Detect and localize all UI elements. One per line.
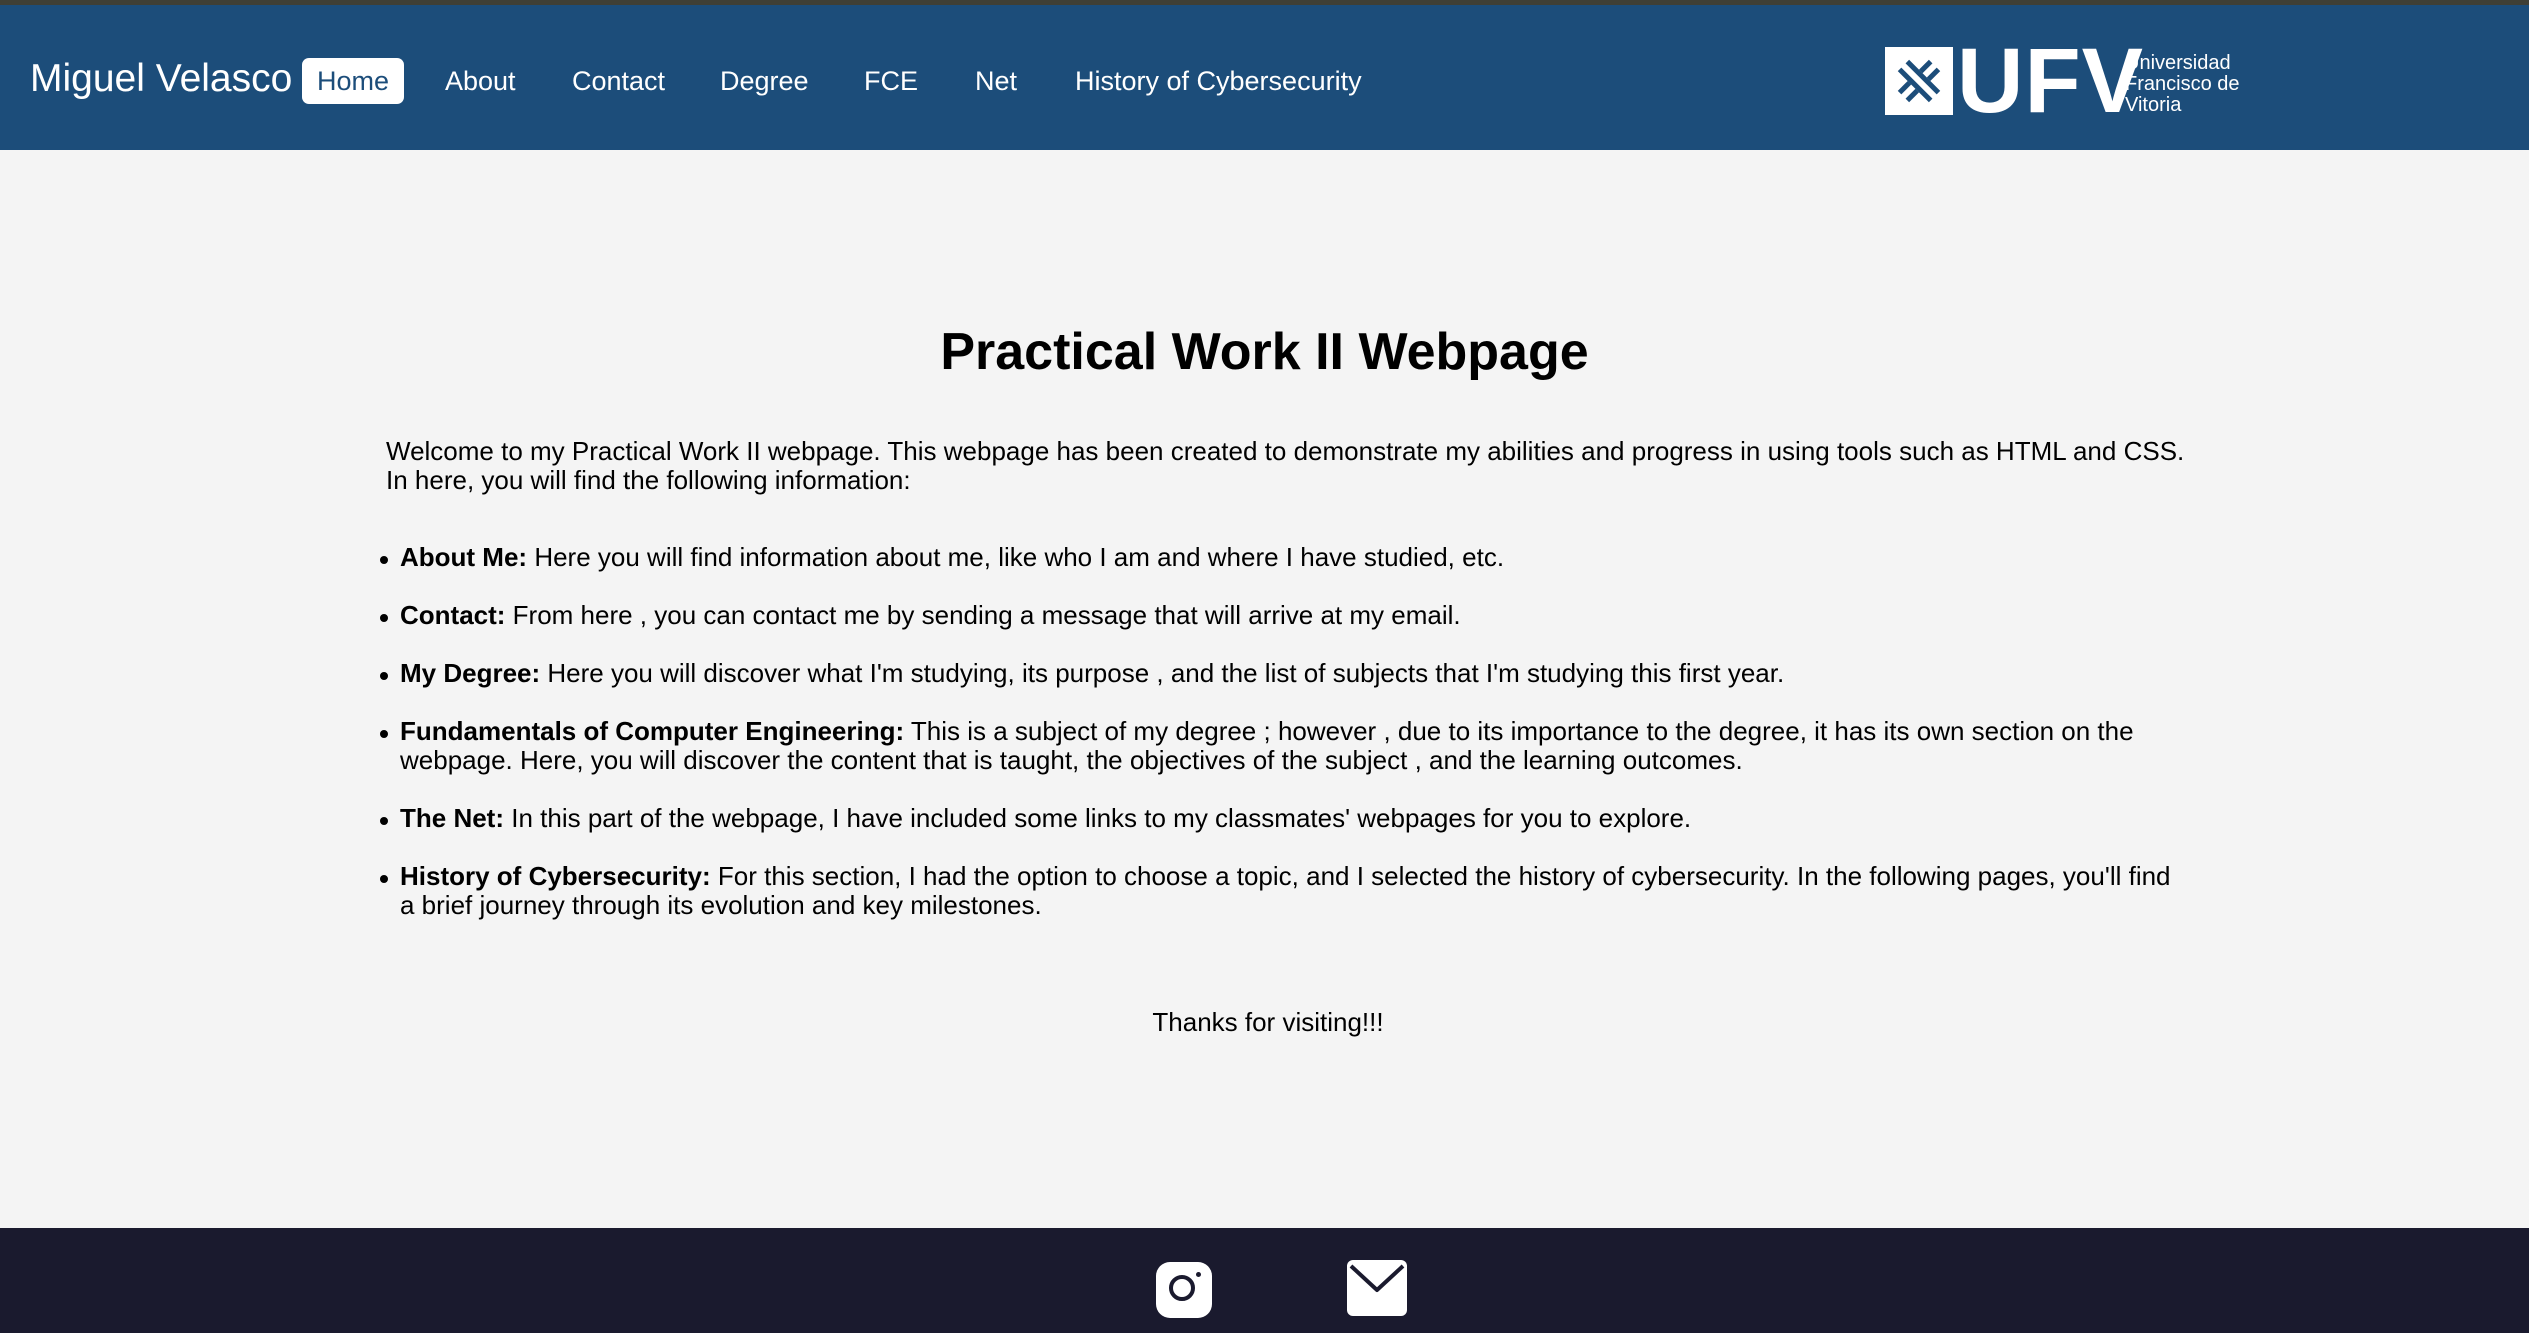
list-item-text: In this part of the webpage, I have incl… <box>504 803 1692 833</box>
list-item-term: History of Cybersecurity: <box>400 861 711 891</box>
list-item-text: Here you will find information about me,… <box>527 542 1505 572</box>
thanks-message: Thanks for visiting!!! <box>1152 1007 1384 1037</box>
sections-list: About Me: Here you will find information… <box>380 542 2190 949</box>
intro-paragraph: Welcome to my Practical Work II webpage.… <box>386 437 2186 495</box>
list-item: The Net: In this part of the webpage, I … <box>380 803 2190 833</box>
list-item-text: From here , you can contact me by sendin… <box>505 600 1461 630</box>
nav-home[interactable]: Home <box>302 58 405 104</box>
list-item: About Me: Here you will find information… <box>380 542 2190 572</box>
ufv-logo: UFV Universidad Francisco de Vitoria <box>1885 33 2245 129</box>
ufv-emblem-icon <box>1885 47 1953 115</box>
list-item-term: About Me: <box>400 542 528 572</box>
list-item: Contact: From here , you can contact me … <box>380 600 2190 630</box>
list-item-text: Here you will discover what I'm studying… <box>540 658 1785 688</box>
nav-about[interactable]: About <box>445 58 516 104</box>
intro-line: Welcome to my Practical Work II webpage.… <box>386 436 2185 466</box>
logo-university-name: Universidad Francisco de Vitoria <box>2125 52 2240 116</box>
nav-history-of-cybersecurity[interactable]: History of Cybersecurity <box>1075 58 1362 104</box>
list-item: My Degree: Here you will discover what I… <box>380 658 2190 688</box>
nav-contact[interactable]: Contact <box>572 58 665 104</box>
list-item: History of Cybersecurity: For this secti… <box>380 861 2190 920</box>
instagram-icon[interactable] <box>1156 1262 1212 1318</box>
list-item-term: Contact: <box>400 600 506 630</box>
site-brand[interactable]: Miguel Velasco <box>30 55 292 103</box>
list-item-term: The Net: <box>400 803 504 833</box>
page-title: Practical Work II Webpage <box>940 323 1589 381</box>
navbar: Miguel Velasco Home About Contact Degree… <box>0 5 2529 150</box>
intro-line: In here, you will find the following inf… <box>386 465 911 495</box>
nav-net[interactable]: Net <box>975 58 1017 104</box>
list-item: Fundamentals of Computer Engineering: Th… <box>380 716 2190 775</box>
nav-fce[interactable]: FCE <box>864 58 918 104</box>
nav-degree[interactable]: Degree <box>720 58 809 104</box>
logo-wordmark: UFV <box>1957 30 2144 132</box>
main-content: Practical Work II Webpage Welcome to my … <box>0 150 2529 1228</box>
email-icon[interactable] <box>1346 1258 1408 1318</box>
footer <box>0 1228 2529 1333</box>
list-item-term: My Degree: <box>400 658 541 688</box>
list-item-term: Fundamentals of Computer Engineering: <box>400 716 905 746</box>
